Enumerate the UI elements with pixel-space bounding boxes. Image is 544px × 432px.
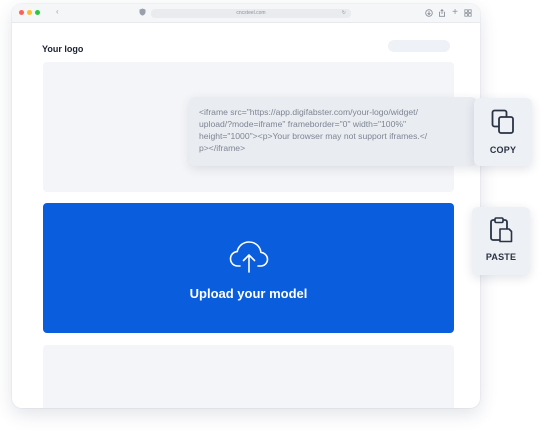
new-tab-icon[interactable]: + — [450, 8, 460, 18]
close-window-button[interactable] — [19, 10, 24, 15]
reload-icon[interactable]: ↻ — [342, 9, 346, 18]
embed-code-line: upload/?mode=iframe" frameborder="0" wid… — [199, 119, 407, 129]
upload-model-label: Upload your model — [189, 286, 308, 301]
back-arrow-icon[interactable]: ‹ — [56, 7, 59, 17]
paste-button[interactable]: PASTE — [472, 207, 530, 275]
paste-icon — [490, 217, 513, 243]
embed-code-line: <iframe src="https://app.digifabster.com… — [199, 107, 418, 117]
embed-code-box[interactable]: <iframe src="https://app.digifabster.com… — [189, 97, 477, 166]
copy-button[interactable]: COPY — [474, 98, 532, 166]
copy-icon — [491, 109, 514, 134]
maximize-window-button[interactable] — [35, 10, 40, 15]
cloud-upload-icon — [229, 241, 269, 273]
embed-code-line: p></iframe> — [199, 143, 246, 153]
minimize-window-button[interactable] — [27, 10, 32, 15]
content-placeholder-bottom — [43, 345, 454, 408]
site-logo: Your logo — [42, 44, 84, 54]
upload-model-button[interactable]: Upload your model — [43, 203, 454, 333]
share-icon[interactable] — [437, 8, 447, 18]
download-icon[interactable] — [424, 8, 434, 18]
shield-icon[interactable] — [139, 7, 146, 19]
paste-label: PASTE — [485, 252, 517, 262]
browser-titlebar: ‹ cncsteel.com ↻ + — [12, 4, 480, 23]
copy-label: COPY — [489, 145, 517, 155]
header-nav-placeholder — [388, 40, 450, 52]
address-bar-url: cncsteel.com — [236, 10, 266, 16]
address-bar[interactable]: cncsteel.com ↻ — [151, 9, 351, 18]
tab-overview-icon[interactable] — [463, 8, 473, 18]
browser-window: ‹ cncsteel.com ↻ + Your logo Upload your… — [12, 4, 480, 408]
embed-code-line: height="1000"><p>Your browser may not su… — [199, 131, 428, 141]
embed-code-text: <iframe src="https://app.digifabster.com… — [199, 106, 475, 154]
